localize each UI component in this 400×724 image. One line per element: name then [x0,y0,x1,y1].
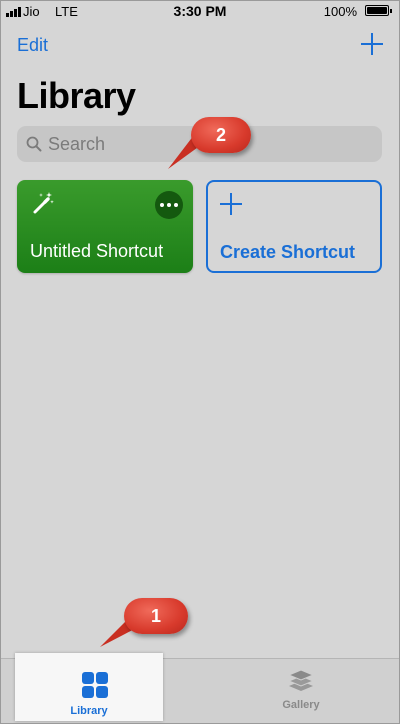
callout-2: 2 [166,113,256,173]
plus-icon [220,193,242,215]
more-options-button[interactable] [155,191,183,219]
search-icon [26,136,42,152]
layers-icon [287,669,315,691]
create-shortcut-card[interactable]: Create Shortcut [206,180,382,273]
callout-number: 2 [191,117,251,153]
search-placeholder: Search [48,134,106,154]
battery-percentage: 100% [323,4,357,19]
callout-1: 1 [96,591,206,651]
shortcut-card-untitled[interactable]: Untitled Shortcut [17,180,193,273]
tab-gallery[interactable]: Gallery [251,663,351,721]
tab-library[interactable]: Library [15,653,163,721]
battery-icon [365,5,392,16]
callout-number: 1 [124,598,188,634]
tab-label: Library [70,705,108,717]
page-title: Library [17,75,136,116]
tab-label: Gallery [282,699,320,711]
add-shortcut-button[interactable] [361,33,383,55]
magic-wand-icon [33,192,54,214]
create-shortcut-label: Create Shortcut [220,242,356,262]
shortcut-title: Untitled Shortcut [30,241,164,261]
status-bar: Jio LTE 3:30 PM 100% [1,1,399,23]
edit-button[interactable]: Edit [17,35,48,56]
phone-screen: Jio LTE 3:30 PM 100% Edit Library Search… [0,0,400,724]
grid-icon [82,672,108,698]
